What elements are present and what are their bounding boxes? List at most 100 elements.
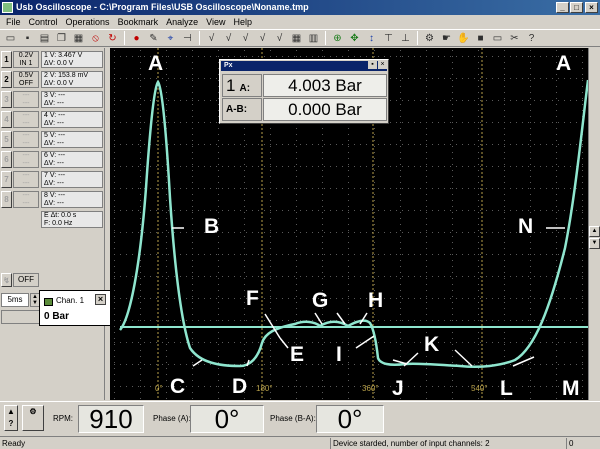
- check-alt-icon[interactable]: √: [221, 31, 236, 45]
- phase-a-value: 0°: [190, 405, 264, 433]
- minimize-button[interactable]: _: [556, 2, 569, 13]
- hand-icon[interactable]: ✋: [456, 31, 471, 45]
- channel-7-button[interactable]: 7: [1, 171, 12, 188]
- print-icon[interactable]: ▤: [37, 31, 52, 45]
- phase-ba-label: Phase (B-A):: [270, 414, 316, 423]
- vertical-scrollbar[interactable]: ▲ ▼: [588, 48, 600, 400]
- measure-tool-icon[interactable]: ⌖: [163, 31, 178, 45]
- engine-icon[interactable]: ⚙: [22, 405, 44, 431]
- channel-8-input: ---: [22, 200, 30, 207]
- channel-5-gain[interactable]: --- ---: [13, 131, 39, 148]
- cursor-tool-icon[interactable]: ✎: [146, 31, 161, 45]
- marker-icon[interactable]: ⊣: [180, 31, 195, 45]
- channel-7-voltage: 7 V: ---: [44, 172, 66, 179]
- check-b-icon[interactable]: √: [255, 31, 270, 45]
- channel-3-button[interactable]: 3: [1, 91, 12, 108]
- trigger-icon[interactable]: ↯: [1, 273, 12, 287]
- channel-5-delta-voltage: ΔV: ---: [44, 140, 64, 147]
- channel-1-input: IN 1: [19, 60, 33, 67]
- pointer-icon[interactable]: ☛: [439, 31, 454, 45]
- settings-icon[interactable]: ⚙: [422, 31, 437, 45]
- tools-icon[interactable]: ✂: [507, 31, 522, 45]
- channel-4-gain[interactable]: --- ---: [13, 111, 39, 128]
- cursor-a-icon[interactable]: ⊤: [381, 31, 396, 45]
- channel-8-gain[interactable]: --- ---: [13, 191, 39, 208]
- point-label-l: L: [500, 377, 513, 400]
- channel-3-delta-voltage: ΔV: ---: [44, 100, 64, 107]
- channel-panel: 1 0.2V IN 1 1 V: 3.467 V ΔV: 0.0 V 2 0.5V…: [0, 48, 104, 400]
- pin-icon[interactable]: ▪: [368, 61, 377, 69]
- expand-icon[interactable]: ↕: [364, 31, 379, 45]
- channel-row-8: 8 --- --- 8 V: --- ΔV: ---: [0, 190, 104, 209]
- channel-6-gain[interactable]: --- ---: [13, 151, 39, 168]
- menu-control[interactable]: Control: [25, 17, 62, 27]
- channel-2-button[interactable]: 2: [1, 71, 12, 88]
- point-label-d: D: [232, 375, 248, 398]
- open-icon[interactable]: ▭: [3, 31, 18, 45]
- channel-tooltip[interactable]: Chan. 1 × 0 Bar: [39, 290, 111, 326]
- degree-mark-360: 360°: [362, 384, 379, 393]
- window-title: Usb Oscilloscope - C:\Program Files\USB …: [16, 2, 309, 12]
- scroll-down-button[interactable]: ▼: [589, 238, 600, 249]
- channel-3-gain[interactable]: --- ---: [13, 91, 39, 108]
- layout-icon[interactable]: ▥: [306, 31, 321, 45]
- menu-analyze[interactable]: Analyze: [162, 17, 202, 27]
- channel-1-readout: 1 V: 3.467 V ΔV: 0.0 V: [41, 51, 103, 68]
- copy-icon[interactable]: ❐: [54, 31, 69, 45]
- channel-7-gain[interactable]: --- ---: [13, 171, 39, 188]
- measurement-window[interactable]: Px ▪ × 1 A: 4.003 Bar A-B: 0.000 Bar: [219, 59, 389, 124]
- rpm-value: 910: [78, 405, 144, 433]
- channel-1-button[interactable]: 1: [1, 51, 12, 68]
- timebase-field[interactable]: 5ms: [1, 293, 29, 307]
- channel-1-gain[interactable]: 0.2V IN 1: [13, 51, 39, 68]
- scroll-up-button[interactable]: ▲: [589, 226, 600, 237]
- measurement-window-close-button[interactable]: ×: [378, 61, 387, 69]
- rpm-label: RPM:: [53, 414, 73, 423]
- square-icon[interactable]: ■: [473, 31, 488, 45]
- channel-7-readout: 7 V: --- ΔV: ---: [41, 171, 103, 188]
- channel-5-gain-value: ---: [22, 132, 30, 139]
- panel-splitter[interactable]: [104, 48, 109, 400]
- point-label-b: B: [204, 215, 220, 238]
- help-icon[interactable]: ?: [524, 31, 539, 45]
- menu-bar: File Control Operations Bookmark Analyze…: [0, 15, 600, 29]
- channel-tooltip-name: Chan. 1: [56, 296, 85, 305]
- status-ready: Ready: [2, 439, 26, 448]
- record-icon[interactable]: ●: [129, 31, 144, 45]
- move-icon[interactable]: ✥: [347, 31, 362, 45]
- menu-operations[interactable]: Operations: [62, 17, 114, 27]
- channel-7-input: ---: [22, 180, 30, 187]
- channel-tooltip-close-button[interactable]: ×: [95, 294, 106, 305]
- window-icon[interactable]: ▭: [490, 31, 505, 45]
- export-icon[interactable]: ▦: [71, 31, 86, 45]
- cursor-b-icon[interactable]: ⊥: [398, 31, 413, 45]
- spin-button[interactable]: ▲?: [4, 405, 18, 431]
- channel-4-button[interactable]: 4: [1, 111, 12, 128]
- maximize-button[interactable]: □: [570, 2, 583, 13]
- timebase-slider[interactable]: [1, 310, 41, 324]
- check-c-icon[interactable]: √: [272, 31, 287, 45]
- menu-file[interactable]: File: [2, 17, 25, 27]
- channel-1-gain-value: 0.2V: [18, 52, 34, 59]
- channel-row-7: 7 --- --- 7 V: --- ΔV: ---: [0, 170, 104, 189]
- channel-6-button[interactable]: 6: [1, 151, 12, 168]
- check-a-icon[interactable]: √: [238, 31, 253, 45]
- check-icon[interactable]: √: [204, 31, 219, 45]
- trigger-off-button[interactable]: OFF: [13, 273, 39, 287]
- channel-8-button[interactable]: 8: [1, 191, 12, 208]
- channel-2-input: OFF: [19, 80, 33, 87]
- redo-icon[interactable]: ↻: [105, 31, 120, 45]
- toolbar-separator: [325, 31, 326, 45]
- channel-5-button[interactable]: 5: [1, 131, 12, 148]
- channel-2-gain[interactable]: 0.5V OFF: [13, 71, 39, 88]
- menu-view[interactable]: View: [202, 17, 229, 27]
- zoom-in-icon[interactable]: ⊕: [330, 31, 345, 45]
- menu-help[interactable]: Help: [229, 17, 256, 27]
- close-button[interactable]: ×: [585, 2, 598, 13]
- grid-icon[interactable]: ▦: [289, 31, 304, 45]
- channel-6-gain-value: ---: [22, 152, 30, 159]
- stop-icon[interactable]: ⦸: [88, 31, 103, 45]
- channel-8-voltage: 8 V: ---: [44, 192, 66, 199]
- menu-bookmark[interactable]: Bookmark: [114, 17, 163, 27]
- save-icon[interactable]: ▪: [20, 31, 35, 45]
